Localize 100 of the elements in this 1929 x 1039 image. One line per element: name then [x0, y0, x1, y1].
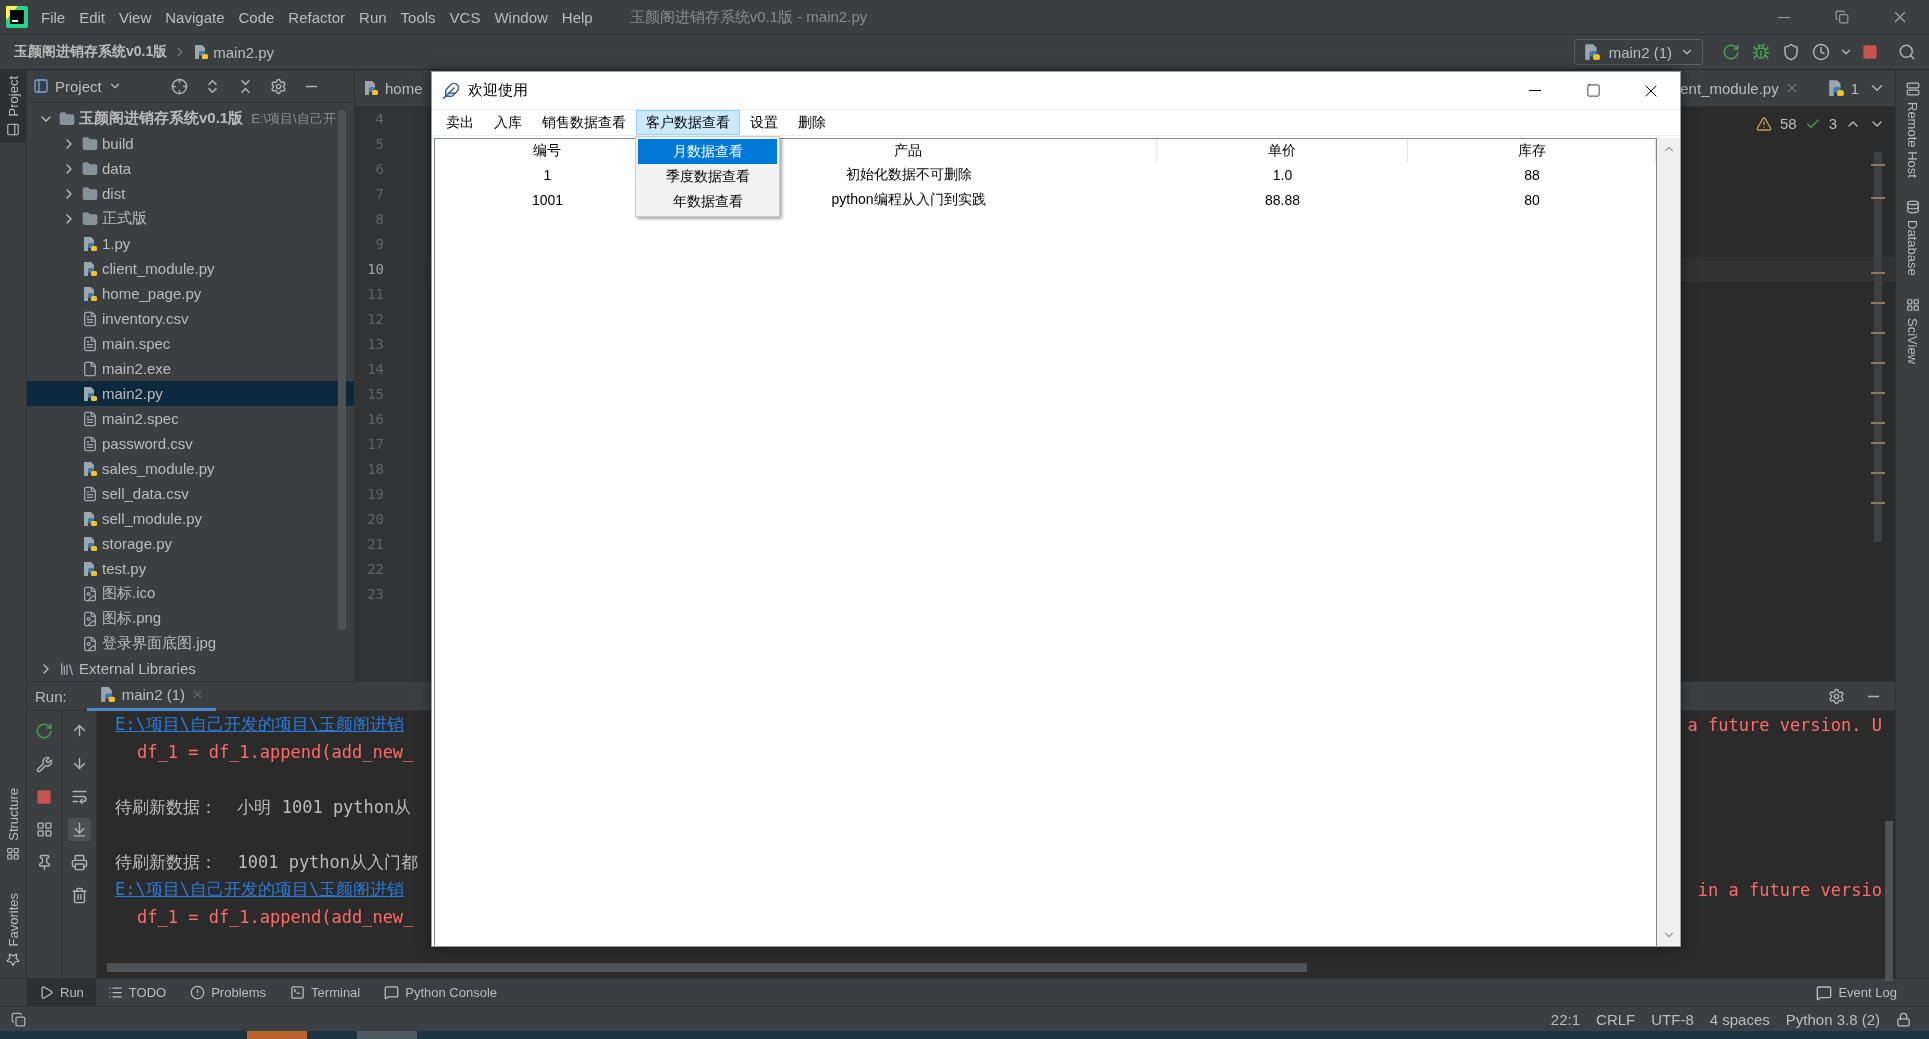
tree-item[interactable]: inventory.csv	[27, 306, 354, 331]
menu-item[interactable]: Edit	[72, 3, 113, 31]
panel-title: Run:	[35, 687, 67, 705]
table-cell: 1	[543, 166, 552, 183]
file-link[interactable]: E:\项目\自己开发的项目\玉颜阁进销	[115, 713, 405, 737]
warning-count[interactable]: 58	[1779, 115, 1797, 132]
menu-item[interactable]: 入库	[484, 110, 532, 135]
tree-item[interactable]: password.csv	[27, 431, 354, 456]
event-log-button[interactable]: Event Log	[1804, 978, 1909, 1007]
status-item[interactable]: CRLF	[1596, 1010, 1636, 1028]
table-cell: python编程从入门到实践	[831, 190, 986, 209]
menu-item[interactable]: File	[34, 3, 73, 31]
menu-item[interactable]: Code	[231, 3, 282, 31]
minimize-icon	[1778, 16, 1790, 18]
tool-window-button[interactable]: Run	[27, 978, 96, 1007]
menu-option[interactable]: 年数据查看	[638, 189, 777, 214]
status-item[interactable]: UTF-8	[1651, 1010, 1694, 1028]
scrollbar[interactable]	[107, 963, 1307, 972]
tree-item[interactable]: 正式版	[27, 206, 354, 231]
menu-item[interactable]: View	[112, 3, 159, 31]
menu-item[interactable]: Refactor	[281, 3, 353, 31]
tool-window-tab[interactable]: Favorites	[0, 886, 26, 972]
weak-warning-count[interactable]: 3	[1828, 115, 1837, 132]
menu-item[interactable]: 销售数据查看	[532, 110, 636, 135]
tool-window-button[interactable]: TODO	[95, 978, 179, 1007]
tree-item[interactable]: sell_data.csv	[27, 481, 354, 506]
file-link[interactable]: E:\项目\自己开发的项目\玉颜阁进销	[115, 878, 405, 902]
folder-panel-icon	[6, 122, 20, 137]
breadcrumb-project[interactable]: 玉颜阁进销存系统v0.1版	[14, 43, 168, 61]
python-icon	[98, 686, 116, 703]
tree-item[interactable]: 图标.png	[27, 606, 354, 631]
scrollbar[interactable]	[338, 110, 346, 630]
tool-window-button[interactable]: Terminal	[278, 978, 373, 1007]
status-item[interactable]: 22:1	[1550, 1010, 1581, 1028]
project-view-dropdown[interactable]: Project	[33, 77, 122, 95]
tree-item[interactable]: 1.py	[27, 231, 354, 256]
tree-item[interactable]: main.spec	[27, 331, 354, 356]
library-icon	[59, 660, 75, 677]
tool-window-tab[interactable]: Project	[0, 70, 26, 143]
column-header[interactable]: 单价	[1157, 139, 1408, 162]
tool-window-tab[interactable]: Structure	[0, 781, 26, 867]
run-tab[interactable]: main2 (1)	[86, 681, 217, 711]
menu-item[interactable]: Run	[352, 3, 394, 31]
tree-item[interactable]: main2.exe	[27, 356, 354, 381]
folder-icon	[82, 160, 98, 177]
menu-item[interactable]: VCS	[442, 3, 488, 31]
tree-item[interactable]: main2.py	[27, 381, 354, 406]
text-file-icon	[82, 435, 98, 452]
editor-tab[interactable]: home	[361, 70, 423, 106]
menu-item[interactable]: 删除	[788, 110, 836, 135]
tree-item[interactable]: dist	[27, 181, 354, 206]
menu-item[interactable]: Tools	[393, 3, 443, 31]
tool-window-button[interactable]: Problems	[178, 978, 279, 1007]
status-item[interactable]: 4 spaces	[1709, 1010, 1770, 1028]
status-item[interactable]: Python 3.8 (2)	[1785, 1010, 1880, 1028]
tree-item[interactable]: 玉颜阁进销存系统v0.1版 E:\项目\自己开	[27, 106, 354, 131]
menu-item[interactable]: Navigate	[158, 3, 232, 31]
tree-item[interactable]: build	[27, 131, 354, 156]
breadcrumb-file[interactable]: main2.py	[193, 43, 275, 61]
text-file-icon	[82, 410, 98, 427]
scroll-to-end-icon[interactable]	[67, 818, 91, 841]
tab-overflow-button[interactable]: 1	[1820, 70, 1865, 106]
tool-window-tab[interactable]: Remote Host	[1903, 78, 1922, 182]
console-line: 待刷新数据： 小明 1001 python从	[115, 795, 412, 819]
folder-icon	[82, 135, 98, 152]
alert-icon	[190, 985, 206, 1000]
scrollbar[interactable]	[1885, 821, 1893, 981]
console-line: in a future versio	[1697, 879, 1882, 900]
console-line: df_1 = df_1.append(add_new_	[136, 907, 414, 928]
column-header[interactable]: 库存	[1408, 139, 1656, 162]
menu-item[interactable]: 设置	[740, 110, 788, 135]
list-icon	[107, 985, 123, 1000]
text-file-icon	[82, 485, 98, 502]
menu-item[interactable]: 卖出	[436, 110, 484, 135]
tree-item[interactable]: External Libraries	[27, 656, 354, 681]
tree-item[interactable]: data	[27, 156, 354, 181]
tree-item[interactable]: sales_module.py	[27, 456, 354, 481]
menu-option[interactable]: 月数据查看	[638, 139, 777, 164]
balloon-icon	[1816, 984, 1833, 1001]
python-icon	[1582, 43, 1601, 61]
tree-item[interactable]: client_module.py	[27, 256, 354, 281]
menu-item[interactable]: Help	[554, 3, 600, 31]
tool-window-button[interactable]: Python Console	[372, 978, 509, 1007]
warning-icon[interactable]	[1755, 115, 1772, 132]
menu-option[interactable]: 季度数据查看	[638, 164, 777, 189]
tree-item[interactable]: home_page.py	[27, 281, 354, 306]
unknown-file-icon	[82, 360, 98, 377]
tree-item[interactable]: main2.spec	[27, 406, 354, 431]
tool-window-tab[interactable]: Database	[1903, 195, 1922, 280]
lock-icon[interactable]	[1896, 1011, 1911, 1027]
tree-item[interactable]: test.py	[27, 556, 354, 581]
tree-item[interactable]: 登录界面底图.jpg	[27, 631, 354, 656]
menu-item[interactable]: Window	[487, 3, 555, 31]
run-configuration-dropdown[interactable]: main2 (1)	[1573, 39, 1703, 65]
tree-item[interactable]: 图标.ico	[27, 581, 354, 606]
menu-item[interactable]: 客户数据查看	[636, 110, 740, 135]
tree-item[interactable]: sell_module.py	[27, 506, 354, 531]
tool-window-tab[interactable]: SciView	[1903, 293, 1922, 368]
tree-item[interactable]: storage.py	[27, 531, 354, 556]
text-file-icon	[82, 310, 98, 327]
